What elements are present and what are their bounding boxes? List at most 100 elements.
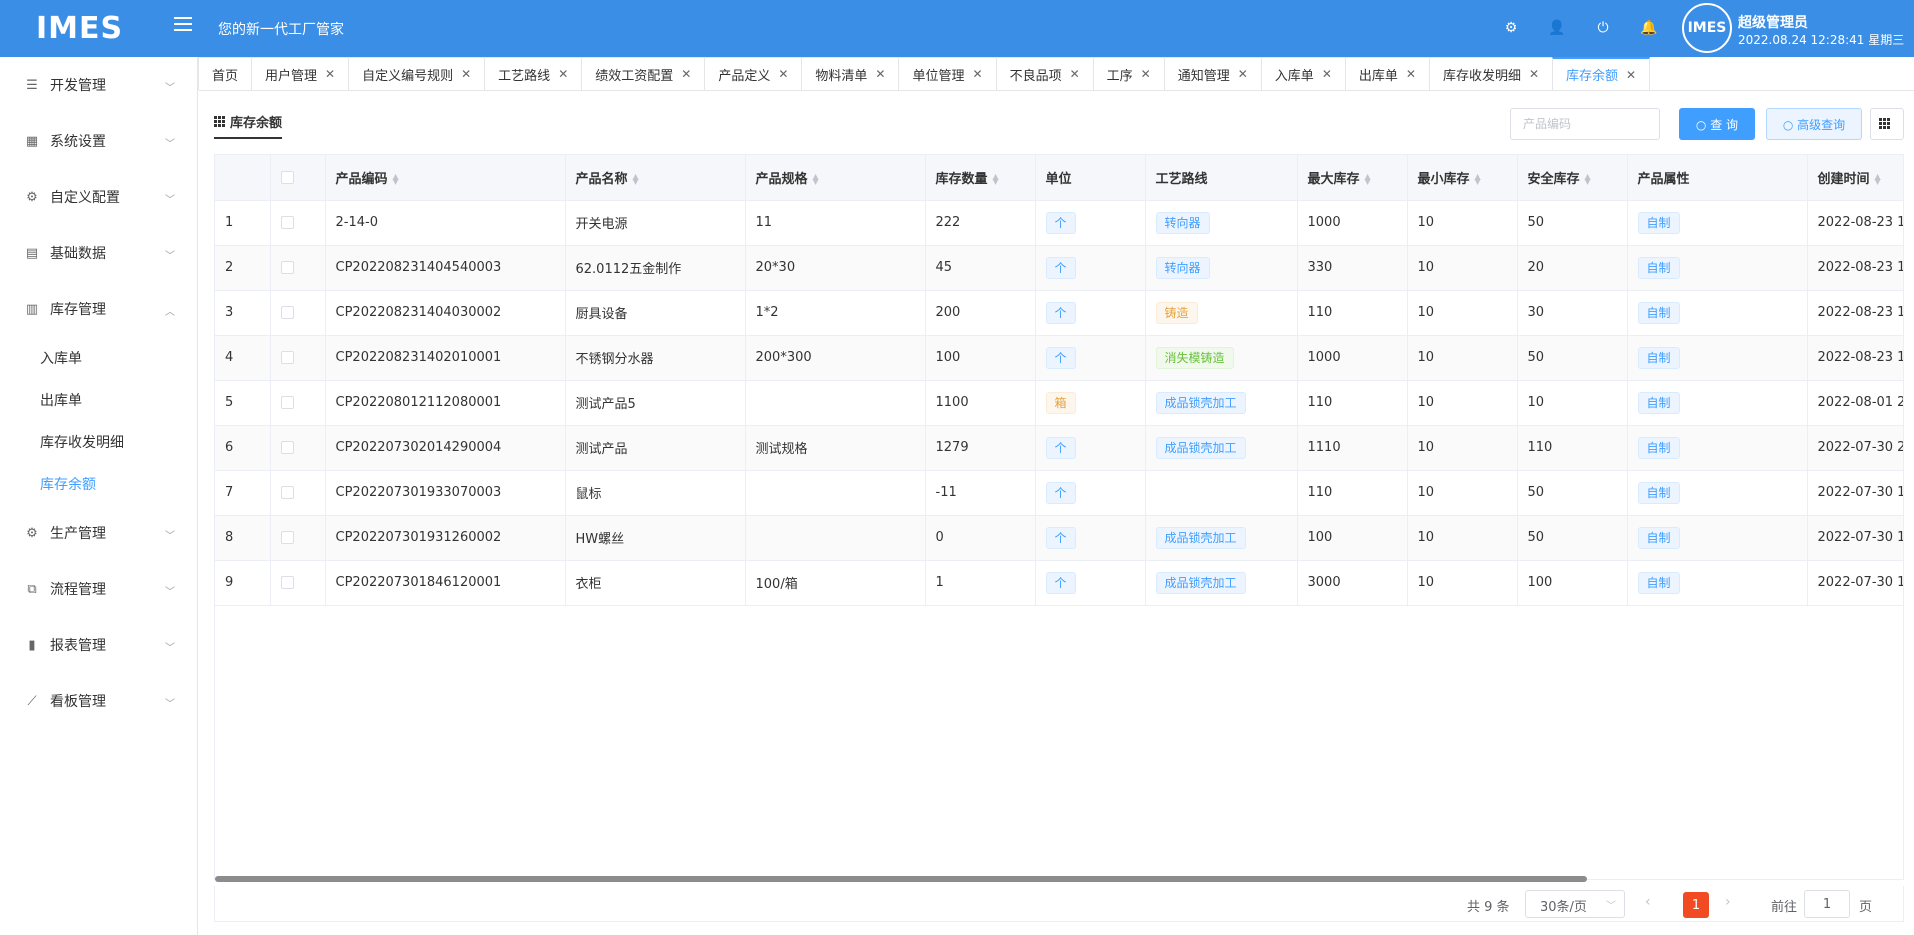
cell-select[interactable]	[270, 335, 326, 381]
tab-transactions[interactable]: 库存收发明细 ✕	[1428, 57, 1554, 90]
sort-icon[interactable]: ▲ ▼	[1475, 173, 1481, 186]
cell-select[interactable]	[270, 245, 326, 291]
row-checkbox[interactable]	[280, 396, 294, 409]
page-size-select[interactable]: 30条/页 ﹀	[1525, 890, 1625, 918]
sidebar-subitem-balance[interactable]: 库存余额	[0, 463, 197, 505]
row-checkbox[interactable]	[280, 306, 294, 319]
row-checkbox[interactable]	[280, 531, 294, 544]
close-icon[interactable]: ✕	[778, 67, 788, 81]
row-checkbox[interactable]	[280, 441, 294, 454]
cell-select[interactable]	[270, 380, 326, 426]
sort-icon[interactable]: ▲ ▼	[993, 173, 999, 186]
row-checkbox[interactable]	[280, 576, 294, 589]
table-row[interactable]: 4 CP202208231402010001 不锈钢分水器 200*300 100 个 消失…	[215, 335, 1903, 381]
settings-icon[interactable]: ⚙	[1500, 17, 1522, 39]
cell-select[interactable]	[270, 290, 326, 336]
sidebar-item-dev[interactable]: ☰ 开发管理 ﹀	[0, 57, 197, 113]
avatar[interactable]: IMES	[1682, 3, 1732, 53]
page-number-current[interactable]: 1	[1683, 892, 1709, 918]
sort-icon[interactable]: ▲ ▼	[633, 173, 639, 186]
sort-icon[interactable]: ▲ ▼	[1875, 173, 1881, 186]
tab-bom[interactable]: 物料清单 ✕	[801, 57, 900, 90]
tab-products[interactable]: 产品定义 ✕	[704, 57, 803, 90]
row-checkbox[interactable]	[280, 216, 294, 229]
col-code[interactable]: 产品编码 ▲ ▼	[325, 155, 566, 201]
table-row[interactable]: 5 CP202208012112080001 测试产品5 1100 箱 成品锁壳加工 110…	[215, 380, 1903, 426]
close-icon[interactable]: ✕	[1141, 67, 1151, 81]
advanced-query-button[interactable]: ○ 高级查询	[1766, 108, 1862, 140]
next-page-icon[interactable]: ›	[1725, 894, 1731, 910]
horizontal-scrollbar[interactable]	[215, 876, 1587, 882]
cell-select[interactable]	[270, 200, 326, 246]
tab-notices[interactable]: 通知管理 ✕	[1163, 57, 1262, 90]
col-safe[interactable]: 安全库存 ▲ ▼	[1517, 155, 1628, 201]
close-icon[interactable]: ✕	[461, 67, 471, 81]
close-icon[interactable]: ✕	[1238, 67, 1248, 81]
user-icon[interactable]: 👤	[1546, 17, 1568, 39]
row-checkbox[interactable]	[280, 486, 294, 499]
col-select[interactable]	[270, 155, 326, 201]
cell-select[interactable]	[270, 560, 326, 606]
sidebar-item-system[interactable]: ▦ 系统设置 ﹀	[0, 113, 197, 169]
column-settings-button[interactable]	[1870, 108, 1904, 140]
close-icon[interactable]: ✕	[1406, 67, 1416, 81]
power-icon[interactable]: ⏻	[1592, 17, 1614, 39]
tab-wages[interactable]: 绩效工资配置 ✕	[581, 57, 706, 90]
sidebar-item-flow[interactable]: ⧉ 流程管理 ﹀	[0, 561, 197, 617]
goto-page-input[interactable]	[1804, 890, 1850, 918]
row-checkbox[interactable]	[280, 351, 294, 364]
col-name[interactable]: 产品名称 ▲ ▼	[565, 155, 746, 201]
cell-select[interactable]	[270, 470, 326, 516]
table-row[interactable]: 8 CP202207301931260002 HW螺丝 0 个 成品锁壳加工 100 10 50…	[215, 515, 1903, 561]
table-row[interactable]: 6 CP202207302014290004 测试产品 测试规格 1279 个 成品锁壳加工…	[215, 425, 1903, 471]
col-min[interactable]: 最小库存 ▲ ▼	[1407, 155, 1518, 201]
tab-inbound[interactable]: 入库单 ✕	[1260, 57, 1346, 90]
select-all-checkbox[interactable]	[280, 170, 294, 184]
close-icon[interactable]: ✕	[973, 67, 983, 81]
col-max[interactable]: 最大库存 ▲ ▼	[1297, 155, 1408, 201]
sidebar-item-custom[interactable]: ⚙ 自定义配置 ﹀	[0, 169, 197, 225]
tab-units[interactable]: 单位管理 ✕	[898, 57, 997, 90]
sidebar-item-dashboard[interactable]: ⟋ 看板管理 ﹀	[0, 673, 197, 729]
tab-defects[interactable]: 不良品项 ✕	[995, 57, 1094, 90]
col-created[interactable]: 创建时间 ▲ ▼	[1807, 155, 1903, 201]
cell-select[interactable]	[270, 425, 326, 471]
col-spec[interactable]: 产品规格 ▲ ▼	[745, 155, 926, 201]
close-icon[interactable]: ✕	[558, 67, 568, 81]
sidebar-item-production[interactable]: ⚙ 生产管理 ﹀	[0, 505, 197, 561]
close-icon[interactable]: ✕	[875, 67, 885, 81]
sort-icon[interactable]: ▲ ▼	[813, 173, 819, 186]
table-row[interactable]: 1 2-14-0 开关电源 11 222 个 转向器 1000 10 50 自制 2022-08-23…	[215, 200, 1903, 246]
table-row[interactable]: 3 CP202208231404030002 厨具设备 1*2 200 个 铸造 110 10 3…	[215, 290, 1903, 336]
table-row[interactable]: 2 CP202208231404540003 62.0112五金制作 20*30 45 个…	[215, 245, 1903, 291]
tab-balance[interactable]: 库存余额 ✕	[1552, 57, 1651, 90]
close-icon[interactable]: ✕	[1529, 67, 1539, 81]
sort-icon[interactable]: ▲ ▼	[1585, 173, 1591, 186]
sidebar-subitem-outbound[interactable]: 出库单	[0, 379, 197, 421]
close-icon[interactable]: ✕	[1626, 68, 1636, 82]
col-qty[interactable]: 库存数量 ▲ ▼	[925, 155, 1036, 201]
close-icon[interactable]: ✕	[1322, 67, 1332, 81]
cell-select[interactable]	[270, 515, 326, 561]
sort-icon[interactable]: ▲ ▼	[393, 173, 399, 186]
product-code-input[interactable]	[1510, 108, 1660, 140]
tab-routes[interactable]: 工艺路线 ✕	[484, 57, 583, 90]
tab-outbound[interactable]: 出库单 ✕	[1344, 57, 1430, 90]
prev-page-icon[interactable]: ‹	[1645, 894, 1651, 910]
sidebar-item-inventory[interactable]: ▥ 库存管理 ︿	[0, 281, 197, 337]
row-checkbox[interactable]	[280, 261, 294, 274]
tab-home[interactable]: 首页	[198, 57, 253, 90]
bell-icon[interactable]: 🔔	[1638, 17, 1660, 39]
sidebar-item-basic[interactable]: ▤ 基础数据 ﹀	[0, 225, 197, 281]
tab-numbering[interactable]: 自定义编号规则 ✕	[348, 57, 486, 90]
tab-process[interactable]: 工序 ✕	[1092, 57, 1165, 90]
sort-icon[interactable]: ▲ ▼	[1365, 173, 1371, 186]
close-icon[interactable]: ✕	[1070, 67, 1080, 81]
close-icon[interactable]: ✕	[325, 67, 335, 81]
table-row[interactable]: 7 CP202207301933070003 鼠标 -11 个 110 10 50 自制 2022…	[215, 470, 1903, 516]
query-button[interactable]: ○ 查 询	[1679, 108, 1755, 140]
tab-users[interactable]: 用户管理 ✕	[251, 57, 350, 90]
sidebar-item-reports[interactable]: ▮ 报表管理 ﹀	[0, 617, 197, 673]
user-name[interactable]: 超级管理员	[1738, 12, 1808, 32]
table-row[interactable]: 9 CP202207301846120001 衣柜 100/箱 1 个 成品锁壳加工 3000…	[215, 560, 1903, 606]
